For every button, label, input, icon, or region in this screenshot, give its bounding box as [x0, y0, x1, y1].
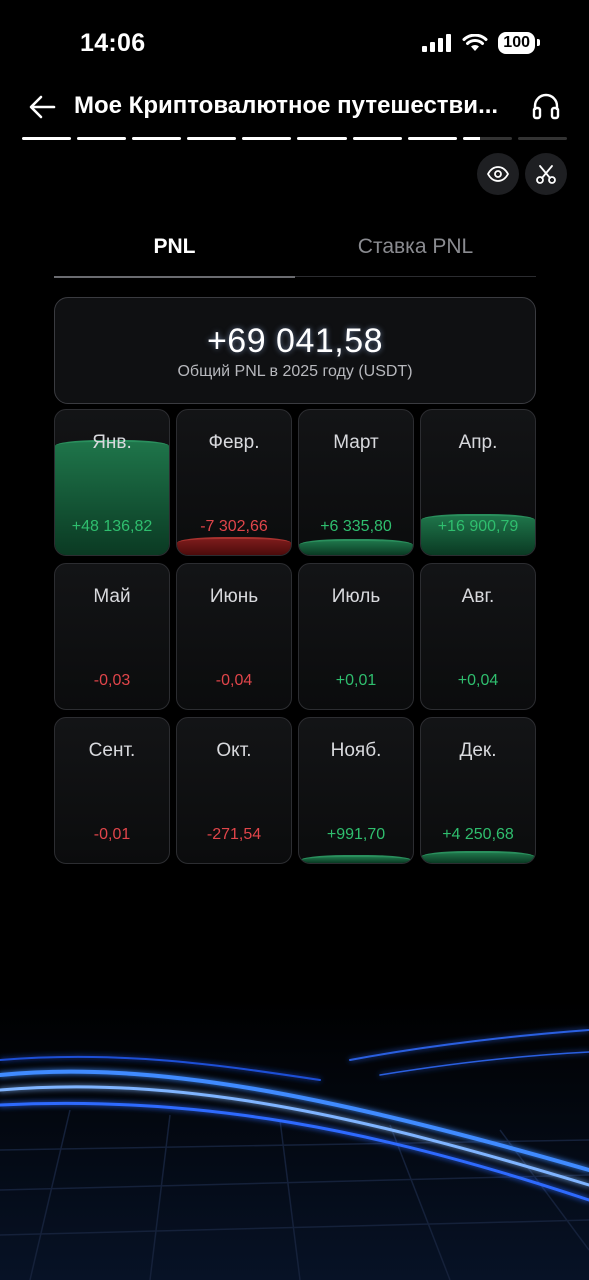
page-title: Мое Криптовалютное путешестви... [74, 92, 499, 119]
total-pnl-label: Общий PNL в 2025 году (USDT) [177, 363, 413, 380]
month-card[interactable]: Нояб. +991,70 [298, 717, 414, 864]
story-progress [22, 137, 567, 140]
tab-bar: PNL Ставка PNL [54, 226, 536, 278]
month-value: -0,04 [215, 672, 253, 689]
month-name: Май [93, 586, 131, 607]
month-name: Сент. [88, 740, 136, 761]
month-card[interactable]: Апр. +16 900,79 [420, 409, 536, 556]
status-icons: 100 [422, 32, 540, 54]
battery-indicator: 100 [498, 32, 540, 54]
progress-segment [352, 137, 402, 140]
progress-segment-fill [242, 137, 292, 140]
tab-pnl-rate[interactable]: Ставка PNL [295, 226, 536, 276]
progress-segment [132, 137, 182, 140]
month-name: Февр. [208, 432, 260, 453]
signal-icon [422, 34, 452, 52]
headphones-icon[interactable] [530, 90, 562, 122]
progress-segment [462, 137, 512, 140]
month-name: Дек. [459, 740, 497, 761]
wifi-icon [462, 34, 488, 51]
month-name: Июнь [209, 586, 259, 607]
month-fill [299, 855, 413, 863]
month-value: -271,54 [206, 826, 262, 843]
month-value: +6 335,80 [320, 518, 392, 535]
progress-segment-fill [77, 137, 127, 140]
month-value: -7 302,66 [200, 518, 268, 535]
month-card[interactable]: Февр. -7 302,66 [176, 409, 292, 556]
progress-segment-fill [132, 137, 182, 140]
progress-segment-fill [462, 137, 480, 140]
month-fill [177, 537, 291, 555]
progress-segment-fill [22, 137, 72, 140]
month-value: +0,04 [457, 672, 499, 689]
month-name: Июль [331, 586, 381, 607]
progress-segment [517, 137, 567, 140]
progress-segment-fill [407, 137, 457, 140]
visibility-button[interactable] [477, 153, 519, 195]
progress-segment-fill [297, 137, 347, 140]
month-value: +991,70 [326, 826, 386, 843]
monthly-pnl-grid: Янв. +48 136,82 Февр. -7 302,66 Март +6 335… [54, 409, 536, 864]
status-bar: 14:06 100 [0, 0, 589, 80]
eye-icon [487, 166, 509, 182]
month-card[interactable]: Май -0,03 [54, 563, 170, 710]
total-pnl-card: +69 041,58 Общий PNL в 2025 году (USDT) [54, 297, 536, 404]
month-value: +16 900,79 [437, 518, 519, 535]
month-card[interactable]: Дек. +4 250,68 [420, 717, 536, 864]
progress-segment [297, 137, 347, 140]
tab-pnl[interactable]: PNL [54, 226, 295, 278]
month-name: Авг. [461, 586, 495, 607]
month-card[interactable]: Март +6 335,80 [298, 409, 414, 556]
month-value: -0,03 [93, 672, 131, 689]
month-fill [421, 850, 535, 863]
total-pnl-value: +69 041,58 [206, 322, 384, 360]
progress-segment [407, 137, 457, 140]
back-arrow-icon[interactable] [26, 90, 60, 124]
month-fill [55, 439, 169, 555]
progress-segment [22, 137, 72, 140]
month-card[interactable]: Окт. -271,54 [176, 717, 292, 864]
progress-segment-fill [352, 137, 402, 140]
month-value: -0,01 [93, 826, 131, 843]
month-card[interactable]: Июнь -0,04 [176, 563, 292, 710]
status-time: 14:06 [80, 29, 146, 57]
month-card[interactable]: Июль +0,01 [298, 563, 414, 710]
progress-segment [242, 137, 292, 140]
month-name: Март [333, 432, 379, 453]
month-name: Янв. [92, 432, 132, 453]
light-trails-background [0, 1000, 589, 1280]
month-value: +48 136,82 [71, 518, 153, 535]
progress-segment [77, 137, 127, 140]
month-name: Окт. [216, 740, 252, 761]
progress-segment [187, 137, 237, 140]
month-card[interactable]: Янв. +48 136,82 [54, 409, 170, 556]
month-name: Нояб. [330, 740, 382, 761]
month-card[interactable]: Сент. -0,01 [54, 717, 170, 864]
month-fill [299, 538, 413, 555]
month-card[interactable]: Авг. +0,04 [420, 563, 536, 710]
header: Мое Криптовалютное путешестви... [0, 80, 589, 132]
month-value: +0,01 [335, 672, 377, 689]
scissors-icon [536, 165, 556, 184]
progress-segment-fill [187, 137, 237, 140]
share-cut-button[interactable] [525, 153, 567, 195]
month-value: +4 250,68 [442, 826, 514, 843]
month-name: Апр. [458, 432, 498, 453]
